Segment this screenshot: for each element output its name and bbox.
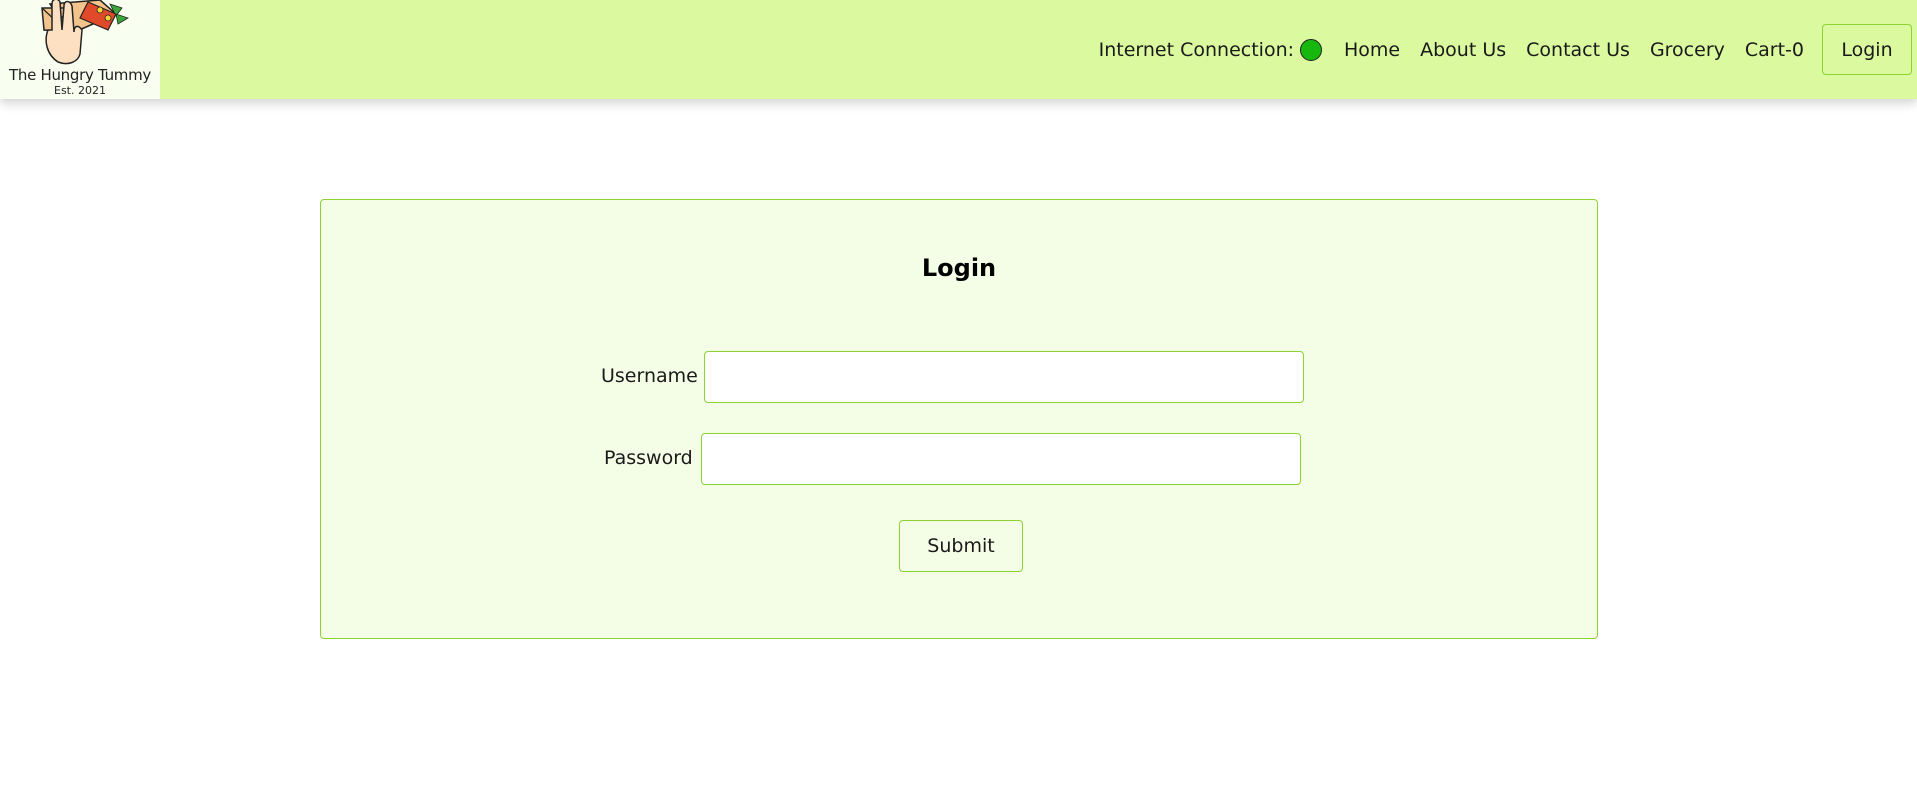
submit-button[interactable]: Submit [899, 520, 1023, 572]
password-label: Password [604, 447, 693, 469]
form-title: Login [921, 254, 997, 282]
main-nav: Internet Connection: Home About Us Conta… [1099, 0, 1917, 99]
password-input[interactable] [701, 433, 1301, 485]
burrito-hand-icon [41, 0, 129, 65]
nav-home-link[interactable]: Home [1344, 39, 1400, 61]
site-header: The Hungry Tummy Est. 2021 Internet Conn… [0, 0, 1917, 99]
brand-tagline: Est. 2021 [54, 84, 106, 97]
nav-about-link[interactable]: About Us [1420, 39, 1506, 61]
brand-name: The Hungry Tummy [9, 66, 151, 84]
nav-cart-link[interactable]: Cart-0 [1745, 39, 1804, 61]
brand-logo[interactable]: The Hungry Tummy Est. 2021 [0, 0, 160, 99]
nav-grocery-link[interactable]: Grocery [1650, 39, 1725, 61]
username-label: Username [601, 365, 698, 387]
nav-contact-link[interactable]: Contact Us [1526, 39, 1630, 61]
nav-login-button[interactable]: Login [1822, 24, 1912, 75]
login-form: Login Username Password Submit [320, 199, 1598, 639]
status-label: Internet Connection: [1098, 38, 1295, 61]
internet-connection-status: Internet Connection: [1098, 38, 1323, 61]
status-indicator-icon [1300, 38, 1323, 61]
username-input[interactable] [704, 351, 1304, 403]
